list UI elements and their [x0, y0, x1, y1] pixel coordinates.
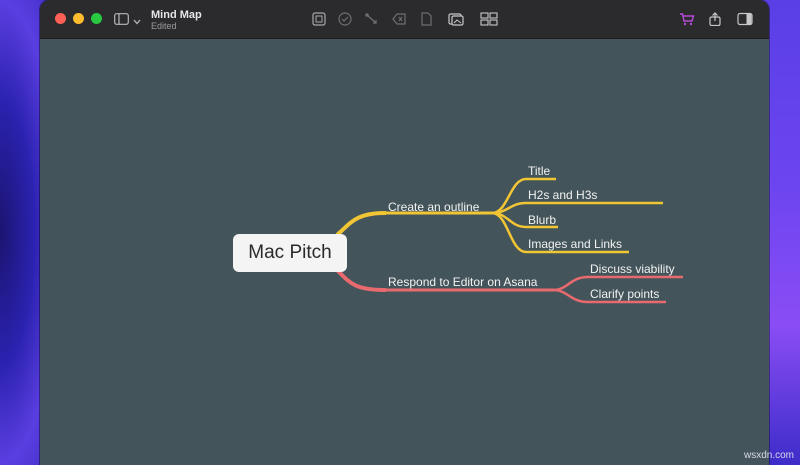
close-button[interactable] [55, 13, 66, 24]
subtopic-title[interactable]: Title [528, 164, 550, 178]
document-title-block[interactable]: Mind Map Edited [151, 9, 202, 32]
window-controls [55, 13, 102, 24]
inspector-icon[interactable] [737, 12, 753, 26]
watermark-text: wsxdn.com [743, 450, 794, 461]
branch-line-outline [336, 211, 387, 236]
sidebar-toggle-button[interactable] [114, 12, 141, 30]
connect-icon[interactable] [364, 12, 380, 26]
subtopic-h2s-h3s[interactable]: H2s and H3s [528, 188, 597, 202]
document-title: Mind Map [151, 9, 202, 21]
subtopic-clarify-points[interactable]: Clarify points [590, 287, 659, 301]
sidebar-icon [114, 12, 129, 30]
image-icon[interactable] [448, 12, 464, 26]
add-topic-icon[interactable] [311, 12, 327, 26]
branch-connectors [336, 177, 683, 304]
chevron-down-icon [133, 12, 141, 30]
check-icon[interactable] [337, 12, 353, 26]
subtopic-blurb[interactable]: Blurb [528, 213, 556, 227]
branch-line-h2s [491, 201, 663, 215]
document-status: Edited [151, 21, 177, 31]
share-icon[interactable] [707, 12, 723, 27]
title-bar: Mind Map Edited [40, 0, 769, 39]
subtopic-discuss-viability[interactable]: Discuss viability [590, 262, 675, 276]
branch-line-respond [336, 269, 387, 292]
topic-respond-editor[interactable]: Respond to Editor on Asana [388, 275, 537, 289]
app-window: Mind Map Edited Mac Pitch Create an outl… [40, 0, 769, 465]
minimize-button[interactable] [73, 13, 84, 24]
subtopic-images-links[interactable]: Images and Links [528, 237, 622, 251]
layout-icon[interactable] [480, 12, 498, 26]
tag-icon[interactable] [391, 12, 407, 26]
mind-map-canvas[interactable]: Mac Pitch Create an outline Title H2s an… [40, 39, 769, 465]
root-topic[interactable]: Mac Pitch [233, 234, 347, 272]
zoom-button[interactable] [91, 13, 102, 24]
topic-create-outline[interactable]: Create an outline [388, 200, 479, 214]
note-icon[interactable] [418, 12, 434, 26]
cart-icon[interactable] [679, 12, 695, 26]
